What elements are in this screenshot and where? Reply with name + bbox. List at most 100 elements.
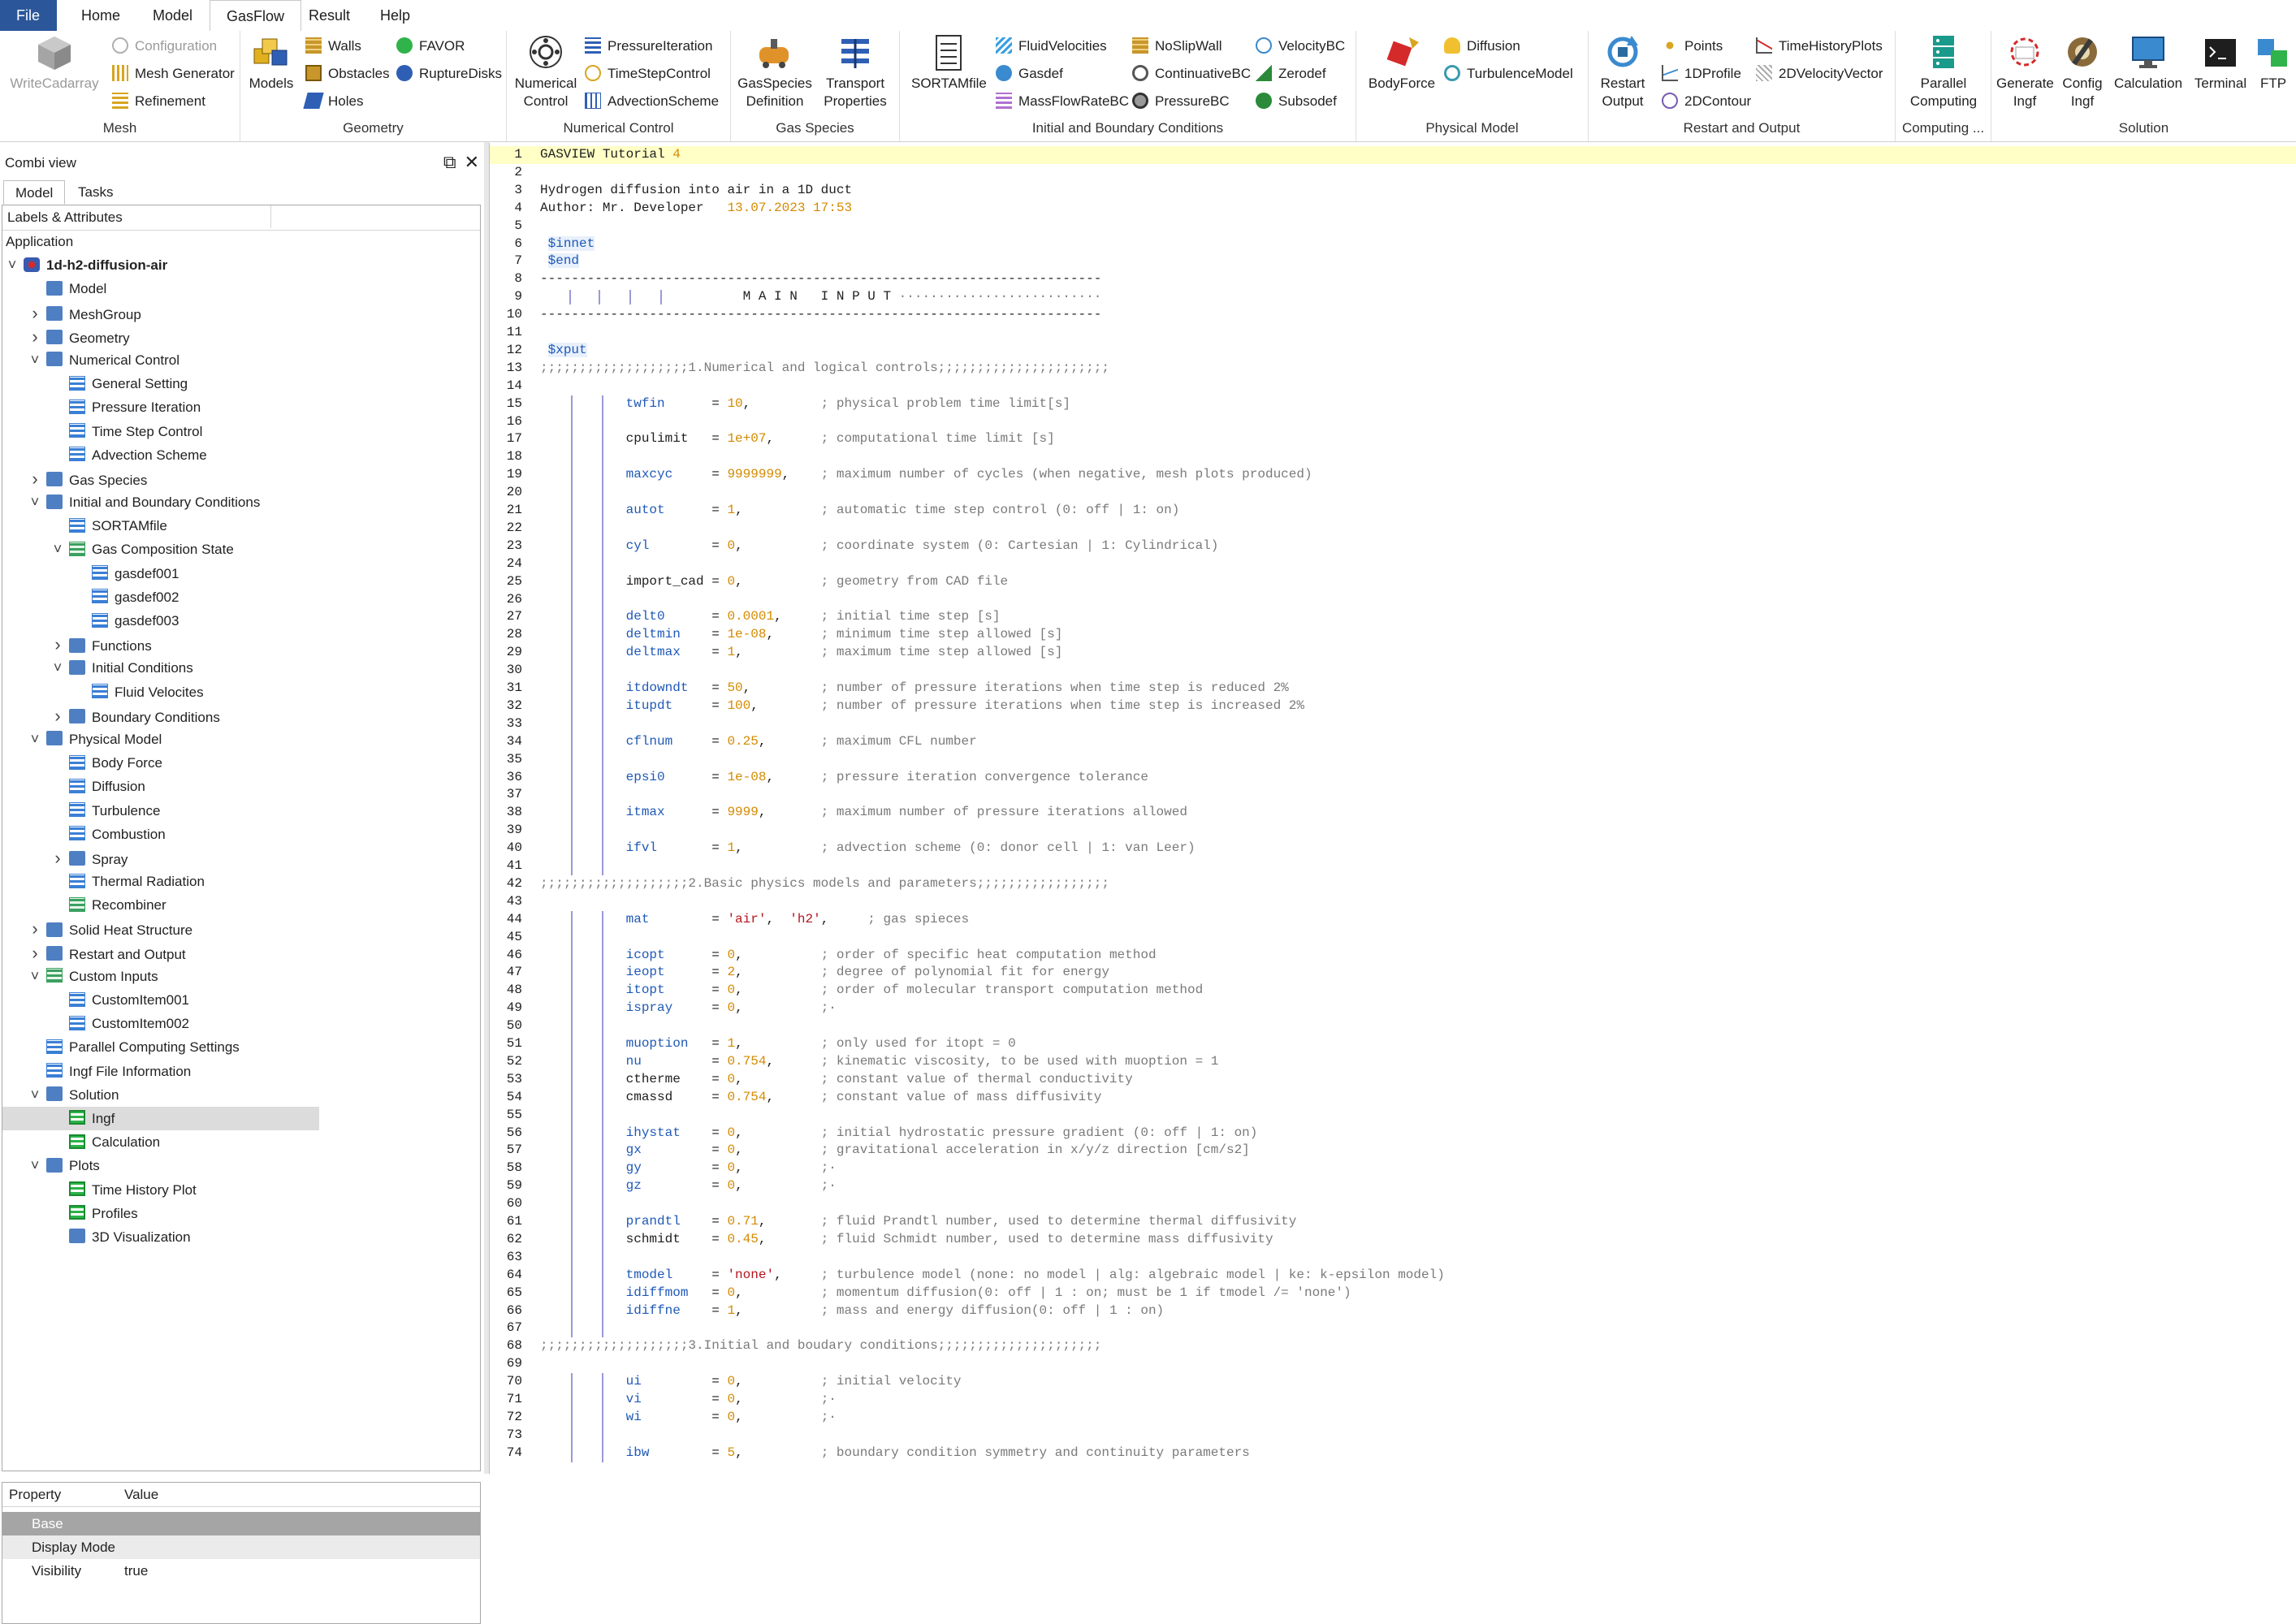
tree-item[interactable]: Diffusion [2,775,480,798]
code-line[interactable]: 38 itmax = 9999, ; maximum number of pre… [490,804,2296,822]
code-line[interactable]: 65 idiffmom = 0, ; momentum diffusion(0:… [490,1285,2296,1302]
code-line[interactable]: 31 itdowndt = 50, ; number of pressure i… [490,680,2296,698]
tree-item[interactable]: Application [2,230,480,253]
code-line[interactable]: 61 prandtl = 0.71, ; fluid Prandtl numbe… [490,1213,2296,1231]
chevron-down-icon[interactable]: ˅ [28,728,41,751]
tree-item[interactable]: ˅ Custom Inputs [2,965,480,988]
tree-item[interactable]: Parallel Computing Settings [2,1035,480,1059]
code-line[interactable]: 54 cmassd = 0.754, ; constant value of m… [490,1089,2296,1107]
code-line[interactable]: 6 $innet [490,235,2296,253]
continuative-bc-button[interactable]: ContinuativeBC [1132,62,1251,86]
tree-item[interactable]: › Solid Heat Structure [2,917,480,940]
2d-contour-button[interactable]: 2DContour [1662,89,1751,114]
chevron-down-icon[interactable]: ˅ [28,1083,41,1107]
code-line[interactable]: 41 [490,857,2296,875]
tree-item[interactable]: ˅ Initial and Boundary Conditions [2,490,480,514]
code-line[interactable]: 66 idiffne = 1, ; mass and energy diffus… [490,1302,2296,1320]
close-icon[interactable]: ✕ [465,152,479,172]
code-line[interactable]: 29 deltmax = 1, ; maximum time step allo… [490,644,2296,662]
chevron-right-icon[interactable]: › [28,467,41,490]
tree-item[interactable]: › MeshGroup [2,301,480,325]
chevron-right-icon[interactable]: › [51,633,64,656]
parallel-computing-button[interactable]: Parallel Computing [1907,34,1980,110]
tree-item[interactable]: Time Step Control [2,420,480,443]
transport-properties-button[interactable]: Transport Properties [819,34,892,110]
property-row-visibility[interactable]: Visibility true [2,1559,480,1583]
terminal-button[interactable]: Terminal [2190,34,2251,93]
code-line[interactable]: 17 cpulimit = 1e+07, ; computational tim… [490,430,2296,448]
advection-scheme-button[interactable]: AdvectionScheme [585,89,719,114]
menu-tab-home[interactable]: Home [65,0,136,31]
tree-item[interactable]: SORTAMfile [2,514,480,538]
tree-item[interactable]: Advection Scheme [2,443,480,467]
code-line[interactable]: 36 epsi0 = 1e-08, ; pressure iteration c… [490,769,2296,787]
tree-item[interactable]: Body Force [2,751,480,775]
code-line[interactable]: 51 muoption = 1, ; only used for itopt =… [490,1035,2296,1053]
restore-icon[interactable]: ⧉ [443,152,456,172]
code-line[interactable]: 16 [490,413,2296,431]
tree-item[interactable]: ˅ Gas Composition State [2,538,480,561]
write-cadarray-button[interactable]: WriteCadarray [10,34,99,93]
tree-item[interactable]: Thermal Radiation [2,870,480,893]
tree-item[interactable]: Profiles [2,1202,480,1225]
tab-tasks[interactable]: Tasks [67,180,124,205]
code-line[interactable]: 47 ieopt = 2, ; degree of polynomial fit… [490,964,2296,982]
chevron-down-icon[interactable]: ˅ [28,965,41,988]
tree-item[interactable]: ˅ Solution [2,1083,480,1107]
config-ingf-button[interactable]: Config Ingf [2056,34,2108,110]
menu-file[interactable]: File [0,0,57,31]
code-line[interactable]: 11 [490,324,2296,342]
code-line[interactable]: 22 [490,520,2296,538]
chevron-down-icon[interactable]: ˅ [6,253,19,277]
chevron-down-icon[interactable]: ˅ [51,656,64,680]
gasspecies-definition-button[interactable]: GasSpecies Definition [737,34,812,110]
holes-button[interactable]: Holes [303,89,363,114]
pressure-iteration-button[interactable]: PressureIteration [585,34,712,58]
code-line[interactable]: 53 ctherme = 0, ; constant value of ther… [490,1071,2296,1089]
code-line[interactable]: 23 cyl = 0, ; coordinate system (0: Cart… [490,538,2296,555]
chevron-right-icon[interactable]: › [51,704,64,728]
code-line[interactable]: 2 [490,164,2296,182]
chevron-down-icon[interactable]: ˅ [28,490,41,514]
time-history-plots-button[interactable]: TimeHistoryPlots [1756,34,1883,58]
code-line[interactable]: 18 [490,448,2296,466]
pressure-bc-button[interactable]: PressureBC [1132,89,1230,114]
chevron-down-icon[interactable]: ˅ [51,538,64,561]
code-line[interactable]: 8 ---------------------------------------… [490,270,2296,288]
tree-item[interactable]: Combustion [2,823,480,846]
zerodef-button[interactable]: Zerodef [1256,62,1326,86]
code-line[interactable]: 10 --------------------------------------… [490,306,2296,324]
tree-item[interactable]: Calculation [2,1130,480,1154]
chevron-right-icon[interactable]: › [28,301,41,325]
code-line[interactable]: 43 [490,893,2296,911]
code-line[interactable]: 9 M A I N I N P U T ····················… [490,288,2296,306]
tree-item[interactable]: ˅ Initial Conditions [2,656,480,680]
ftp-button[interactable]: FTP [2253,34,2294,93]
tree-item[interactable]: ˅ Physical Model [2,728,480,751]
mesh-generator-button[interactable]: Mesh Generator [112,62,235,86]
code-line[interactable]: 5 [490,218,2296,235]
tree-item[interactable]: gasdef001 [2,562,480,585]
tree-item[interactable]: Fluid Velocites [2,680,480,704]
code-line[interactable]: 67 [490,1320,2296,1337]
tree-item[interactable]: Turbulence [2,799,480,823]
code-line[interactable]: 57 gx = 0, ; gravitational acceleration … [490,1142,2296,1160]
code-line[interactable]: 20 [490,484,2296,502]
code-line[interactable]: 56 ihystat = 0, ; initial hydrostatic pr… [490,1125,2296,1142]
code-line[interactable]: 26 [490,591,2296,609]
restart-output-button[interactable]: Restart Output [1593,34,1652,110]
code-line[interactable]: 33 [490,715,2296,733]
menu-tab-result[interactable]: Result [292,0,366,31]
tree-item[interactable]: › Spray [2,846,480,870]
gasdef-button[interactable]: Gasdef [996,62,1063,86]
code-line[interactable]: 74 ibw = 5, ; boundary condition symmetr… [490,1445,2296,1462]
numerical-control-button[interactable]: Numerical Control [513,34,578,110]
code-line[interactable]: 27 delt0 = 0.0001, ; initial time step [… [490,608,2296,626]
code-line[interactable]: 70 ui = 0, ; initial velocity [490,1373,2296,1391]
tree-item[interactable]: gasdef003 [2,609,480,633]
body-force-button[interactable]: BodyForce [1368,34,1436,93]
tree-item[interactable]: General Setting [2,372,480,395]
code-line[interactable]: 25 import_cad = 0, ; geometry from CAD f… [490,573,2296,591]
code-line[interactable]: 4 Author: Mr. Developer 13.07.2023 17:53 [490,200,2296,218]
time-step-control-button[interactable]: TimeStepControl [585,62,711,86]
